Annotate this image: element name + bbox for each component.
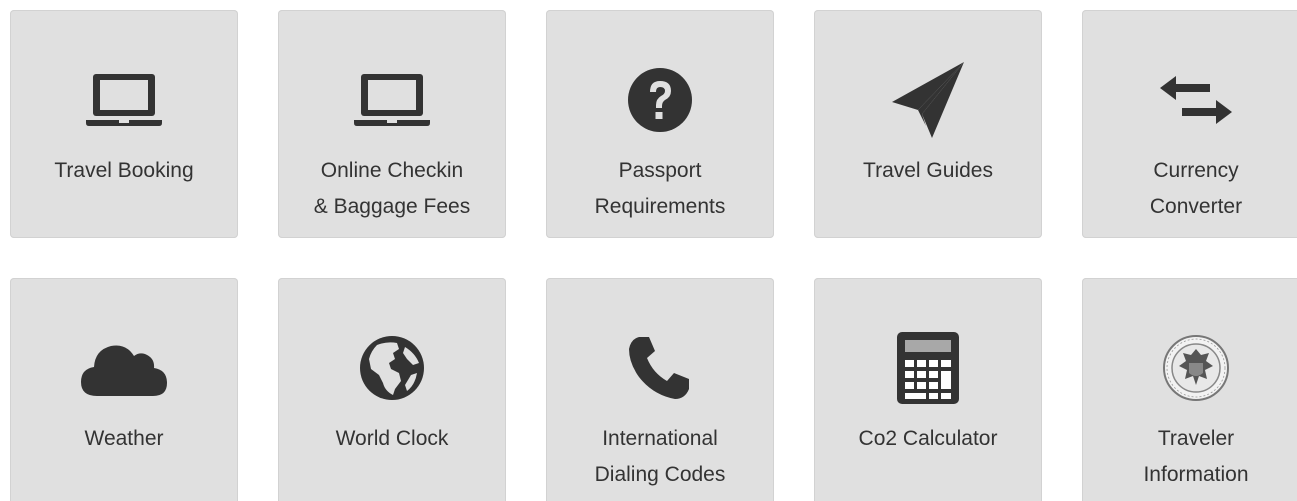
tile-label: Currency Converter [1149,159,1243,218]
tile-online-checkin[interactable]: Online Checkin & Baggage Fees [278,10,506,238]
laptop-icon [10,60,238,140]
tile-label: Weather [84,427,164,450]
tile-label: International Dialing Codes [594,427,726,486]
paper-plane-icon [814,60,1042,140]
tile-travel-guides[interactable]: Travel Guides [814,10,1042,238]
tile-passport-requirements[interactable]: Passport Requirements [546,10,774,238]
tile-label: World Clock [335,427,449,450]
tile-label: Co2 Calculator [858,427,998,450]
tile-traveler-information[interactable]: Traveler Information [1082,278,1297,501]
calculator-icon [814,328,1042,408]
exchange-arrows-icon [1082,60,1297,140]
tile-world-clock[interactable]: World Clock [278,278,506,501]
tile-currency-converter[interactable]: Currency Converter [1082,10,1297,238]
travel-tools-grid: Travel Booking Online Checkin & Baggage … [0,0,1297,501]
phone-icon [546,328,774,408]
globe-icon [278,328,506,408]
tile-co2-calculator[interactable]: Co2 Calculator [814,278,1042,501]
cloud-icon [10,328,238,408]
tile-label: Passport Requirements [594,159,726,218]
tile-label: Travel Booking [54,159,194,182]
question-circle-icon [546,60,774,140]
tile-label: Travel Guides [863,159,993,182]
tile-international-dialing-codes[interactable]: International Dialing Codes [546,278,774,501]
tile-label: Traveler Information [1143,427,1249,486]
tile-weather[interactable]: Weather [10,278,238,501]
laptop-icon [278,60,506,140]
homeland-security-seal-icon [1082,328,1297,408]
tile-label: Online Checkin & Baggage Fees [313,159,471,218]
tile-travel-booking[interactable]: Travel Booking [10,10,238,238]
